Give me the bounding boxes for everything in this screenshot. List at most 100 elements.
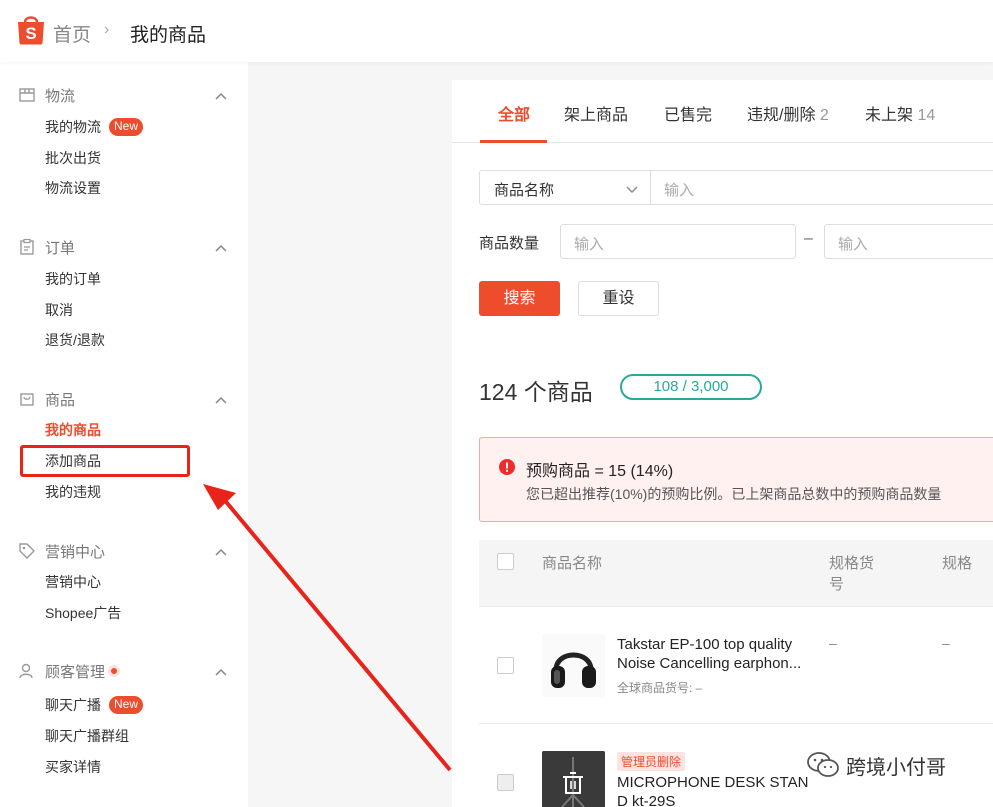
sidebar-item-label: 聊天广播群组 <box>45 728 129 744</box>
shopee-logo-icon[interactable]: S <box>16 13 46 45</box>
tab-label: 架上商品 <box>564 107 629 124</box>
reset-button[interactable]: 重设 <box>578 281 659 316</box>
quantity-max-input[interactable]: 输入 <box>824 224 993 259</box>
alert-description: 您已超出推荐(10%)的预购比例。已上架商品总数中的预购商品数量 <box>526 486 942 502</box>
sidebar-item-returns[interactable]: 退货/退款 <box>45 329 105 351</box>
sidebar-section-marketing[interactable]: 营销中心 <box>18 539 105 563</box>
tab-label: 全部 <box>498 107 531 124</box>
col-sku-line1: 规格货 <box>829 555 875 572</box>
breadcrumb-home[interactable]: 首页 <box>53 20 91 47</box>
sidebar-section-title: 营销中心 <box>45 543 106 561</box>
sidebar-item-label: 聊天广播 <box>45 697 101 713</box>
product-name-line2[interactable]: Noise Cancelling earphon... <box>617 654 812 673</box>
table-row[interactable]: Takstar EP-100 top quality Noise Cancell… <box>479 607 993 724</box>
quantity-label: 商品数量 <box>479 235 540 252</box>
svg-text:S: S <box>25 24 36 43</box>
sidebar-item-my-violations[interactable]: 我的违规 <box>45 481 101 503</box>
row-checkbox-disabled <box>497 774 514 791</box>
preorder-alert: 预购商品 = 15 (14%) 您已超出推荐(10%)的预购比例。已上架商品总数… <box>479 437 993 522</box>
sidebar-item-label: 退货/退款 <box>45 332 105 348</box>
sidebar-section-title: 商品 <box>45 391 76 409</box>
sidebar-section-customers[interactable]: 顾客管理 <box>18 659 121 683</box>
product-name-line1[interactable]: Takstar EP-100 top quality <box>617 635 812 654</box>
highlight-box-annotation <box>20 445 190 477</box>
breadcrumb-current: 我的商品 <box>130 25 207 46</box>
product-name-line2[interactable]: D kt-29S <box>617 792 812 807</box>
sidebar: 物流 我的物流 New 批次出货 物流设置 订单 我的订单 取消 退货/退款 商品… <box>0 62 248 807</box>
chevron-up-icon[interactable] <box>214 545 228 559</box>
row-checkbox[interactable] <box>497 657 514 674</box>
tab-count: 2 <box>819 107 829 124</box>
sidebar-item-cancel[interactable]: 取消 <box>45 299 73 321</box>
product-thumbnail[interactable] <box>542 751 605 807</box>
sidebar-item-my-logistics[interactable]: 我的物流 New <box>45 116 144 138</box>
shopping-bag-icon <box>20 393 34 406</box>
input-placeholder: 输入 <box>838 236 869 253</box>
sidebar-section-logistics[interactable]: 物流 <box>18 83 75 107</box>
sidebar-item-label: 取消 <box>45 302 73 318</box>
col-sku-line2: 号 <box>829 576 845 593</box>
user-icon <box>19 663 33 679</box>
watermark-text: 跨境小付哥 <box>846 756 946 779</box>
new-badge: New <box>109 696 144 714</box>
sidebar-section-title: 物流 <box>45 87 76 105</box>
product-tabs: 全部 架上商品 已售完 违规/删除 2 未上架 14 <box>452 80 993 143</box>
quota-badge: 108 / 3,000 <box>620 374 762 400</box>
sidebar-item-batch-shipping[interactable]: 批次出货 <box>45 147 101 169</box>
top-header: S 首页 › 我的商品 <box>0 0 993 62</box>
sku-cell: – <box>829 635 837 651</box>
products-panel: 全部 架上商品 已售完 违规/删除 2 未上架 14 商品名称 输入 商品数量 … <box>452 80 993 807</box>
sidebar-item-label: 我的违规 <box>45 484 101 500</box>
tab-unlisted[interactable]: 未上架 14 <box>865 101 935 125</box>
wechat-watermark: 跨境小付哥 <box>806 748 946 782</box>
input-placeholder: 输入 <box>574 236 605 253</box>
tab-violation[interactable]: 违规/删除 2 <box>747 101 829 125</box>
sidebar-item-buyer-details[interactable]: 买家详情 <box>45 756 101 778</box>
tab-all[interactable]: 全部 <box>498 101 530 125</box>
breadcrumb-separator: › <box>104 21 110 38</box>
sidebar-section-orders[interactable]: 订单 <box>18 235 75 259</box>
chevron-down-icon <box>626 186 638 193</box>
sidebar-item-label: 物流设置 <box>45 180 101 196</box>
tab-live[interactable]: 架上商品 <box>564 101 628 125</box>
sidebar-item-label: 买家详情 <box>45 759 101 775</box>
global-sku: 全球商品货号: – <box>617 681 703 695</box>
sidebar-item-logistics-settings[interactable]: 物流设置 <box>45 177 101 199</box>
sidebar-item-label: 营销中心 <box>45 574 101 590</box>
headphones-image-icon <box>551 652 596 688</box>
new-badge: New <box>109 118 144 136</box>
sidebar-item-label: 我的商品 <box>45 422 101 438</box>
sidebar-item-label: 我的物流 <box>45 119 101 135</box>
sidebar-section-title: 订单 <box>45 239 76 257</box>
product-thumbnail[interactable] <box>542 634 605 697</box>
select-all-checkbox[interactable] <box>497 553 514 570</box>
chevron-up-icon[interactable] <box>214 393 228 407</box>
sidebar-section-title: 顾客管理 <box>45 663 106 681</box>
search-field-select[interactable]: 商品名称 <box>479 170 651 205</box>
col-variation: 规格 <box>942 555 973 572</box>
sidebar-item-my-orders[interactable]: 我的订单 <box>45 268 101 290</box>
chevron-up-icon[interactable] <box>214 89 228 103</box>
chevron-up-icon[interactable] <box>214 241 228 255</box>
variation-cell: – <box>942 635 950 651</box>
product-count-title: 124 个商品 <box>479 379 593 405</box>
sidebar-section-products[interactable]: 商品 <box>18 387 75 411</box>
tab-label: 未上架 <box>865 107 914 124</box>
product-name-line1[interactable]: MICROPHONE DESK STAN <box>617 773 812 792</box>
range-dash: – <box>804 230 813 247</box>
chevron-up-icon[interactable] <box>214 665 228 679</box>
active-tab-indicator <box>480 140 547 143</box>
input-placeholder: 输入 <box>664 182 695 199</box>
search-button[interactable]: 搜索 <box>479 281 560 316</box>
sidebar-item-shopee-ads[interactable]: Shopee广告 <box>45 602 121 624</box>
quantity-min-input[interactable]: 输入 <box>560 224 796 259</box>
product-name-input[interactable]: 输入 <box>650 170 993 205</box>
sidebar-item-chat-broadcast[interactable]: 聊天广播 New <box>45 694 144 716</box>
error-icon <box>499 459 515 475</box>
sidebar-item-my-products[interactable]: 我的商品 <box>45 419 101 441</box>
sidebar-item-marketing-center[interactable]: 营销中心 <box>45 571 101 593</box>
tab-count: 14 <box>917 107 936 124</box>
sidebar-item-broadcast-groups[interactable]: 聊天广播群组 <box>45 725 129 747</box>
sidebar-item-label: 我的订单 <box>45 271 101 287</box>
tab-sold-out[interactable]: 已售完 <box>664 101 712 125</box>
